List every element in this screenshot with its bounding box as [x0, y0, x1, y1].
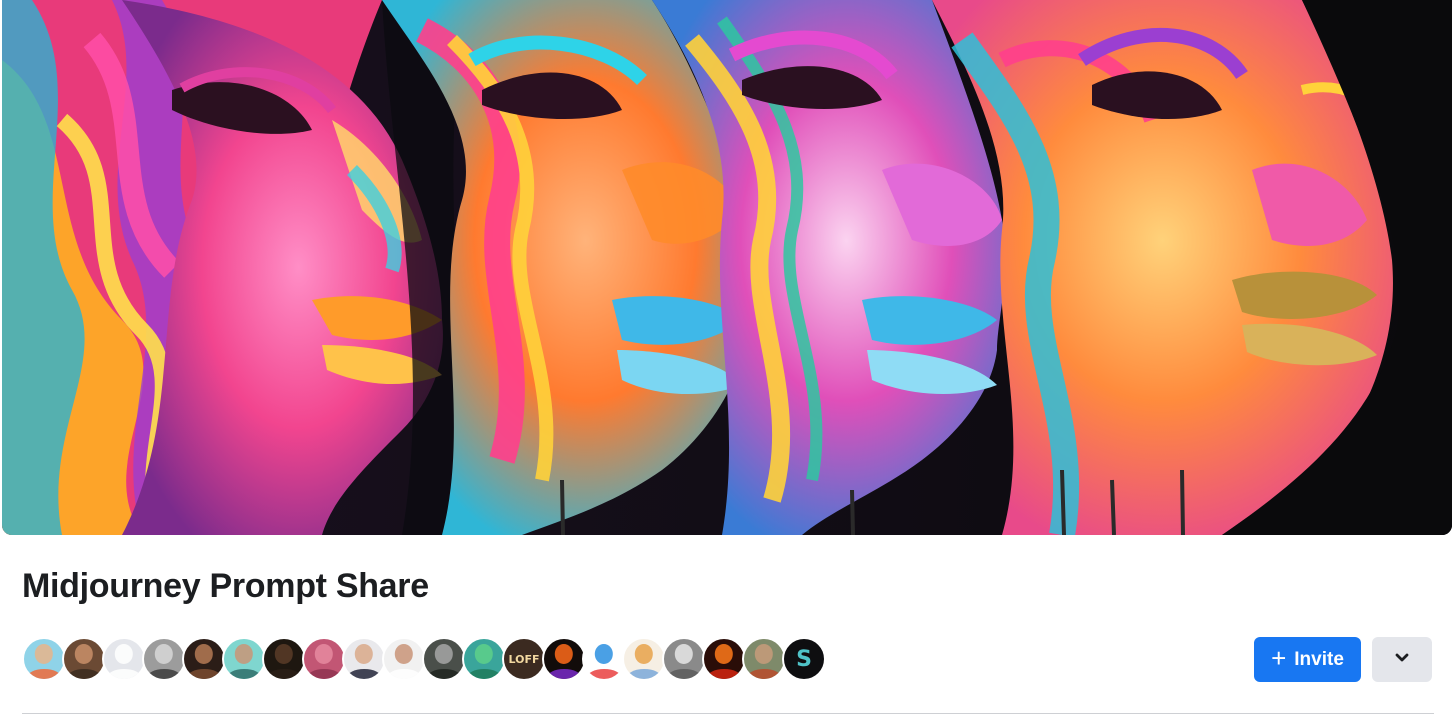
more-options-button[interactable] — [1372, 637, 1432, 682]
member-avatar-logo[interactable]: S — [782, 637, 826, 681]
avatar-logo-text: LOFF — [508, 652, 540, 666]
group-header: Midjourney Prompt Share LOFF S + Invite — [0, 0, 1456, 716]
member-avatar[interactable] — [622, 637, 666, 681]
invite-button-label: Invite — [1294, 648, 1344, 670]
member-avatar[interactable] — [22, 637, 66, 681]
member-avatar[interactable] — [582, 637, 626, 681]
member-avatar[interactable] — [222, 637, 266, 681]
member-avatar[interactable] — [262, 637, 306, 681]
plus-icon: + — [1271, 643, 1287, 673]
member-avatar[interactable] — [342, 637, 386, 681]
member-avatar[interactable] — [142, 637, 186, 681]
avatar-logo-text: S — [796, 646, 812, 672]
cover-photo[interactable] — [2, 0, 1452, 535]
chevron-down-icon — [1394, 652, 1410, 667]
member-avatars[interactable]: LOFF S — [22, 636, 826, 682]
member-avatar-logo[interactable]: LOFF — [502, 637, 546, 681]
member-avatar[interactable] — [462, 637, 506, 681]
member-avatar[interactable] — [542, 637, 586, 681]
member-avatar[interactable] — [742, 637, 786, 681]
member-avatar[interactable] — [302, 637, 346, 681]
member-avatar[interactable] — [702, 637, 746, 681]
divider — [22, 713, 1434, 714]
group-title[interactable]: Midjourney Prompt Share — [22, 567, 429, 606]
invite-button[interactable]: + Invite — [1254, 637, 1361, 682]
member-avatar[interactable] — [382, 637, 426, 681]
member-avatar[interactable] — [662, 637, 706, 681]
member-avatar[interactable] — [62, 637, 106, 681]
default-avatar-icon[interactable] — [102, 637, 146, 681]
member-avatar[interactable] — [422, 637, 466, 681]
member-avatar[interactable] — [182, 637, 226, 681]
